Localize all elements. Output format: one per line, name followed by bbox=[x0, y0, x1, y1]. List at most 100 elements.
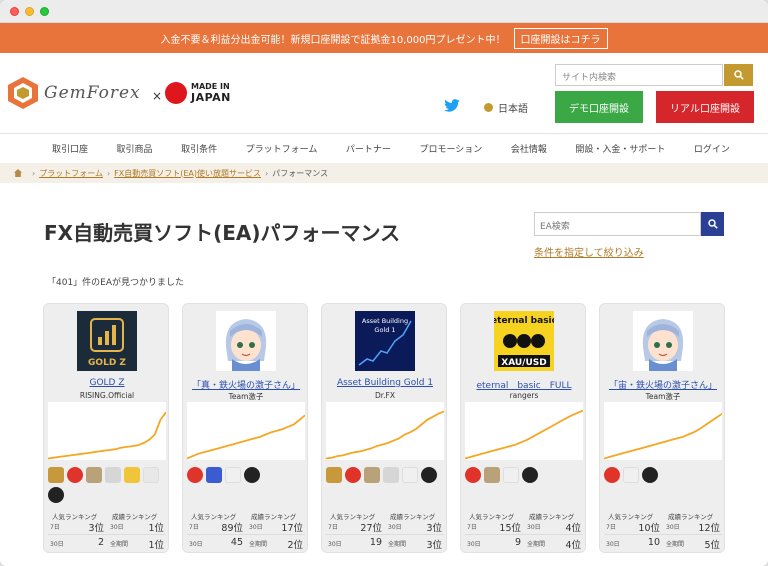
popular-rank-30d: 10 bbox=[647, 537, 660, 548]
globe-icon bbox=[484, 103, 493, 112]
nav-item[interactable]: 取引条件 bbox=[181, 142, 217, 155]
browser-window: 入金不要＆利益分出金可能！新規口座開設で証拠金10,000円プレゼント中！ 口座… bbox=[0, 0, 768, 566]
platform-icon bbox=[326, 467, 342, 483]
performance-rank-all: 4位 bbox=[565, 540, 581, 551]
platform-icon bbox=[124, 467, 140, 483]
logo-times: × bbox=[152, 89, 163, 103]
popular-rank-30d: 2 bbox=[97, 537, 104, 548]
home-icon[interactable] bbox=[14, 169, 22, 177]
nav-item[interactable]: 取引口座 bbox=[52, 142, 88, 155]
platform-icon bbox=[604, 467, 620, 483]
popular-rank-30d: 9 bbox=[514, 537, 521, 548]
period-label: 30日 bbox=[110, 524, 124, 531]
platform-icon bbox=[465, 467, 481, 483]
ea-thumbnail-text: GOLD Z bbox=[88, 358, 126, 368]
period-label: 30日 bbox=[50, 541, 64, 548]
platform-icon bbox=[86, 467, 102, 483]
platform-icon bbox=[402, 467, 418, 483]
divider bbox=[187, 534, 305, 535]
period-label: 全期間 bbox=[527, 541, 546, 548]
result-count: 「401」件のEAが見つかりました bbox=[47, 278, 185, 288]
ea-name-link[interactable]: 「宙・鉄火場の激子さん」 bbox=[600, 378, 726, 391]
ea-name-link[interactable]: Asset Building Gold 1 bbox=[322, 378, 448, 388]
ea-thumbnail-text: Asset Building bbox=[362, 317, 408, 325]
ea-card[interactable]: 「宙・鉄火場の激子さん」 Team激子 人気ランキング 成績ランキング 7日 1… bbox=[599, 303, 725, 553]
nav-item[interactable]: プラットフォーム bbox=[246, 142, 318, 155]
performance-rank-30d: 12位 bbox=[698, 523, 720, 534]
platform-icon bbox=[642, 467, 658, 483]
platform-icon bbox=[522, 467, 538, 483]
ea-equity-chart bbox=[465, 402, 583, 462]
platform-icon bbox=[503, 467, 519, 483]
divider bbox=[465, 534, 583, 535]
platform-icon bbox=[48, 487, 64, 503]
period-label: 30日 bbox=[666, 524, 680, 531]
equity-curve bbox=[604, 412, 722, 460]
site-search-input[interactable]: サイト内検索 bbox=[555, 64, 723, 86]
ea-name-link[interactable]: GOLD Z bbox=[44, 378, 170, 388]
platform-icon bbox=[206, 467, 222, 483]
ea-card[interactable]: GOLD Z GOLD Z RISING.Official 人気ランキング 成績… bbox=[43, 303, 169, 553]
search-icon bbox=[733, 70, 744, 80]
ea-search-button[interactable] bbox=[701, 212, 724, 236]
period-label: 全期間 bbox=[249, 541, 268, 548]
popular-rank-30d: 45 bbox=[230, 537, 243, 548]
breadcrumb-separator: › bbox=[32, 168, 36, 178]
divider bbox=[604, 534, 722, 535]
ea-card[interactable]: 「真・鉄火場の激子さん」 Team激子 人気ランキング 成績ランキング 7日 8… bbox=[182, 303, 308, 553]
period-label: 7日 bbox=[50, 524, 60, 531]
nav-item[interactable]: ログイン bbox=[694, 142, 730, 155]
popular-rank-7d: 10位 bbox=[638, 523, 660, 534]
period-label: 30日 bbox=[388, 524, 402, 531]
ea-name-link[interactable]: 「真・鉄火場の激子さん」 bbox=[183, 378, 309, 391]
breadcrumb-link[interactable]: FX自動売買ソフト(EA)使い放題サービス bbox=[114, 168, 261, 179]
ea-thumbnail[interactable]: eternal basic XAU/USD bbox=[494, 311, 554, 371]
period-label: 全期間 bbox=[110, 541, 129, 548]
platform-icon bbox=[187, 467, 203, 483]
nav-item[interactable]: パートナー bbox=[346, 142, 391, 155]
platform-icon bbox=[244, 467, 260, 483]
platform-icon bbox=[383, 467, 399, 483]
popular-rank-7d: 27位 bbox=[360, 523, 382, 534]
filter-conditions-link[interactable]: 条件を指定して絞り込み bbox=[534, 244, 644, 259]
nav-item[interactable]: 会社情報 bbox=[511, 142, 547, 155]
ea-thumbnail[interactable] bbox=[633, 311, 693, 371]
ea-card[interactable]: Asset Building Gold 1 Asset Building Gol… bbox=[321, 303, 447, 553]
ea-thumbnail[interactable] bbox=[216, 311, 276, 371]
minimize-window-button[interactable] bbox=[25, 7, 34, 16]
ea-author: Team激子 bbox=[228, 392, 264, 401]
platform-icons bbox=[465, 467, 583, 507]
maximize-window-button[interactable] bbox=[40, 7, 49, 16]
platform-icon bbox=[143, 467, 159, 483]
twitter-icon[interactable] bbox=[444, 99, 460, 113]
divider bbox=[326, 534, 444, 535]
open-account-promo-button[interactable]: 口座開設はコチラ bbox=[513, 27, 608, 49]
ea-search-input[interactable]: EA検索 bbox=[534, 212, 701, 236]
language-selector[interactable]: 日本語 bbox=[484, 100, 528, 115]
demo-account-button[interactable]: デモ口座開設 bbox=[555, 91, 643, 123]
language-label: 日本語 bbox=[498, 104, 528, 115]
platform-icon bbox=[225, 467, 241, 483]
page-title: FX自動売買ソフト(EA)パフォーマンス bbox=[44, 221, 401, 245]
period-label: 全期間 bbox=[666, 541, 685, 548]
ea-thumbnail[interactable]: Asset Building Gold 1 bbox=[355, 311, 415, 371]
nav-item[interactable]: プロモーション bbox=[419, 142, 482, 155]
ea-name-link[interactable]: eternal basic FULL bbox=[461, 378, 587, 391]
nav-item[interactable]: 開設・入金・サポート bbox=[575, 142, 665, 155]
nav-item[interactable]: 取引商品 bbox=[117, 142, 153, 155]
promo-text: 入金不要＆利益分出金可能！新規口座開設で証拠金10,000円プレゼント中！ bbox=[160, 34, 506, 46]
equity-curve bbox=[465, 409, 583, 460]
breadcrumb-link[interactable]: プラットフォーム bbox=[39, 168, 103, 179]
site-search-button[interactable] bbox=[724, 64, 753, 86]
period-label: 全期間 bbox=[388, 541, 407, 548]
close-window-button[interactable] bbox=[10, 7, 19, 16]
real-account-button[interactable]: リアル口座開設 bbox=[656, 91, 754, 123]
ea-card[interactable]: eternal basic XAU/USD eternal basic FULL… bbox=[460, 303, 586, 553]
ea-equity-chart bbox=[604, 402, 722, 462]
performance-rank-30d: 1位 bbox=[148, 523, 164, 534]
period-label: 7日 bbox=[467, 524, 477, 531]
ea-thumbnail[interactable]: GOLD Z bbox=[77, 311, 137, 371]
period-label: 30日 bbox=[249, 524, 263, 531]
equity-curve bbox=[326, 410, 444, 460]
gemforex-logo[interactable]: GemForex bbox=[8, 75, 153, 115]
